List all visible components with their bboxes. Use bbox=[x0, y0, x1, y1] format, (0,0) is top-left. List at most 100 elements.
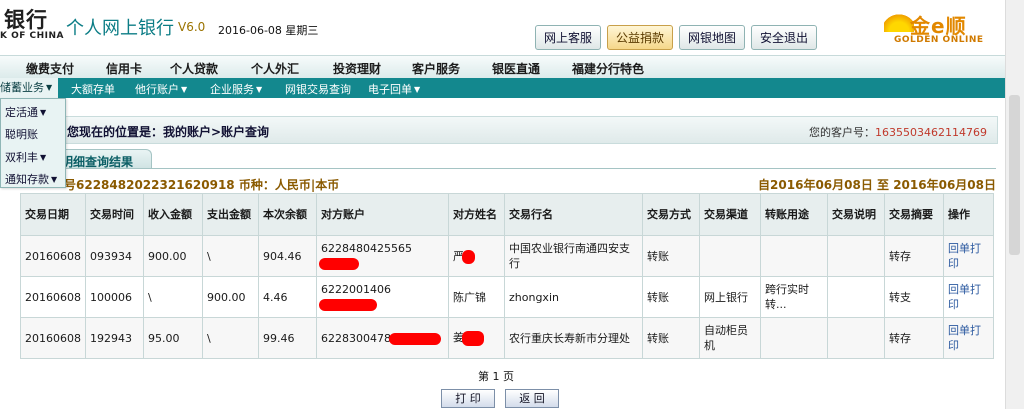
dropdown-label: 双利丰 bbox=[5, 151, 38, 164]
column-header: 交易说明 bbox=[827, 193, 885, 236]
nav-item-fujian[interactable]: 福建分行特色 bbox=[572, 60, 644, 77]
date-range: 自2016年06月08日 至 2016年06月08日 bbox=[758, 178, 996, 192]
cell-summary: 转存 bbox=[884, 317, 944, 359]
subnav-label: 他行账户 bbox=[135, 83, 179, 96]
print-receipt-link[interactable]: 回单打印 bbox=[943, 276, 994, 318]
nav-item-credit-card[interactable]: 信用卡 bbox=[106, 60, 142, 77]
column-header: 交易行名 bbox=[504, 193, 643, 236]
bank-brand-name: 银行 bbox=[4, 8, 48, 32]
version-label: V6.0 bbox=[178, 20, 206, 34]
cell-balance: 99.46 bbox=[258, 317, 317, 359]
cell-income: 900.00 bbox=[143, 235, 203, 277]
location-bar: 您现在的位置是：我的账户>账户查询 您的客户号：1635503462114769 bbox=[0, 116, 998, 144]
redaction-mark bbox=[319, 258, 359, 270]
chevron-down-icon: ▼ bbox=[40, 153, 47, 162]
sub-nav: 储蓄业务 ▼ 大额存单 他行账户 ▼ 企业服务 ▼ 网银交易查询 电子回单 ▼ bbox=[0, 78, 1006, 98]
cell-bank-name: 中国农业银行南通四安支行 bbox=[504, 235, 643, 277]
column-header: 收入金额 bbox=[143, 193, 203, 236]
cell-expense: \ bbox=[202, 235, 259, 277]
account-number: 6222001406 bbox=[321, 283, 391, 296]
dropdown-item-notice-deposit[interactable]: 通知存款 ▼ bbox=[5, 171, 57, 187]
subnav-item-savings[interactable]: 储蓄业务 ▼ bbox=[0, 78, 59, 98]
subnav-item-txn-query[interactable]: 网银交易查询 bbox=[285, 81, 351, 97]
logo-subtext: GOLDEN ONLINE bbox=[894, 35, 984, 45]
main-nav: 缴费支付 信用卡 个人贷款 个人外汇 投资理财 客户服务 银医直通 福建分行特色 bbox=[0, 55, 1006, 79]
cell-bank-name: zhongxin bbox=[504, 276, 643, 318]
subnav-label: 储蓄业务 bbox=[0, 81, 44, 94]
cell-time: 093934 bbox=[85, 235, 144, 277]
online-service-button[interactable]: 网上客服 bbox=[535, 25, 602, 50]
cell-counter-account: 6228300478 bbox=[316, 317, 449, 359]
cell-counter-account: 6222001406 bbox=[316, 276, 449, 318]
vertical-scrollbar[interactable] bbox=[1005, 0, 1024, 409]
back-button[interactable]: 返 回 bbox=[505, 389, 559, 408]
column-header: 交易时间 bbox=[85, 193, 144, 236]
redaction-mark bbox=[389, 332, 441, 345]
cell-counter-name: 姜 bbox=[448, 317, 505, 359]
cell-time: 100006 bbox=[85, 276, 144, 318]
nav-item-investment[interactable]: 投资理财 bbox=[333, 60, 381, 77]
cell-income: 95.00 bbox=[143, 317, 203, 359]
subnav-item-large-deposit[interactable]: 大额存单 bbox=[71, 81, 115, 97]
cell-method: 转账 bbox=[642, 235, 700, 277]
dropdown-item-dinghuotong[interactable]: 定活通 ▼ bbox=[5, 104, 46, 120]
cell-date: 20160608 bbox=[20, 235, 86, 277]
column-header: 交易摘要 bbox=[884, 193, 944, 236]
cell-channel bbox=[699, 235, 761, 277]
column-header: 交易日期 bbox=[20, 193, 86, 236]
column-header: 支出金额 bbox=[202, 193, 259, 236]
cell-summary: 转存 bbox=[884, 235, 944, 277]
nav-item-forex[interactable]: 个人外汇 bbox=[251, 60, 299, 77]
chevron-down-icon: ▼ bbox=[51, 175, 58, 184]
dropdown-label: 通知存款 bbox=[5, 173, 49, 186]
chevron-down-icon: ▼ bbox=[181, 85, 188, 94]
cell-description bbox=[827, 235, 885, 277]
scrollbar-thumb[interactable] bbox=[1009, 95, 1020, 255]
cell-date: 20160608 bbox=[20, 276, 86, 318]
current-date: 2016-06-08 星期三 bbox=[218, 24, 319, 37]
cell-bank-name: 农行重庆长寿新市分理处 bbox=[504, 317, 643, 359]
dropdown-item-shuanglifeng[interactable]: 双利丰 ▼ bbox=[5, 149, 46, 165]
tab-divider bbox=[0, 168, 996, 169]
cell-description bbox=[827, 317, 885, 359]
nav-item-hospital[interactable]: 银医直通 bbox=[492, 60, 540, 77]
cell-purpose bbox=[760, 235, 828, 277]
logout-button[interactable]: 安全退出 bbox=[751, 25, 818, 50]
customer-number-value: 1635503462114769 bbox=[875, 126, 987, 139]
subnav-item-e-receipt[interactable]: 电子回单 ▼ bbox=[368, 81, 420, 97]
nav-item-loan[interactable]: 个人贷款 bbox=[170, 60, 218, 77]
cell-time: 192943 bbox=[85, 317, 144, 359]
subnav-label: 企业服务 bbox=[210, 83, 254, 96]
column-header: 交易方式 bbox=[642, 193, 700, 236]
cell-balance: 4.46 bbox=[258, 276, 317, 318]
column-header: 本次余额 bbox=[258, 193, 317, 236]
column-header: 转账用途 bbox=[760, 193, 828, 236]
column-header: 对方账户 bbox=[316, 193, 449, 236]
table-row: 20160608 192943 95.00 \ 99.46 6228300478… bbox=[20, 317, 994, 359]
page-title: 个人网上银行 bbox=[66, 18, 174, 39]
print-button[interactable]: 打 印 bbox=[441, 389, 495, 408]
cell-date: 20160608 bbox=[20, 317, 86, 359]
cell-method: 转账 bbox=[642, 317, 700, 359]
cell-counter-name: 陈广锦 bbox=[448, 276, 505, 318]
customer-number-label: 您的客户号： bbox=[809, 126, 876, 139]
subnav-item-other-bank[interactable]: 他行账户 ▼ bbox=[135, 81, 187, 97]
print-receipt-link[interactable]: 回单打印 bbox=[943, 235, 994, 277]
nav-item-payment[interactable]: 缴费支付 bbox=[26, 60, 74, 77]
nav-item-customer-service[interactable]: 客户服务 bbox=[412, 60, 460, 77]
cell-summary: 转支 bbox=[884, 276, 944, 318]
subnav-label: 网银交易查询 bbox=[285, 83, 351, 96]
golden-online-logo: 金e顺 GOLDEN ONLINE bbox=[884, 8, 1002, 48]
customer-number: 您的客户号：1635503462114769 bbox=[809, 124, 987, 140]
chevron-down-icon: ▼ bbox=[256, 85, 263, 94]
subnav-item-enterprise[interactable]: 企业服务 ▼ bbox=[210, 81, 262, 97]
cell-counter-name: 严 bbox=[448, 235, 505, 277]
account-info: 号6228482022321620918 币种：人民币|本币 bbox=[64, 178, 340, 192]
account-number: 6228300478 bbox=[321, 331, 391, 345]
bank-map-button[interactable]: 网银地图 bbox=[679, 25, 746, 50]
cell-method: 转账 bbox=[642, 276, 700, 318]
print-receipt-link[interactable]: 回单打印 bbox=[943, 317, 994, 359]
dropdown-item-congmingzhang[interactable]: 聪明账 bbox=[5, 126, 38, 142]
charity-donation-button[interactable]: 公益捐款 bbox=[607, 25, 674, 50]
table-row: 20160608 100006 \ 900.00 4.46 6222001406… bbox=[20, 276, 994, 318]
